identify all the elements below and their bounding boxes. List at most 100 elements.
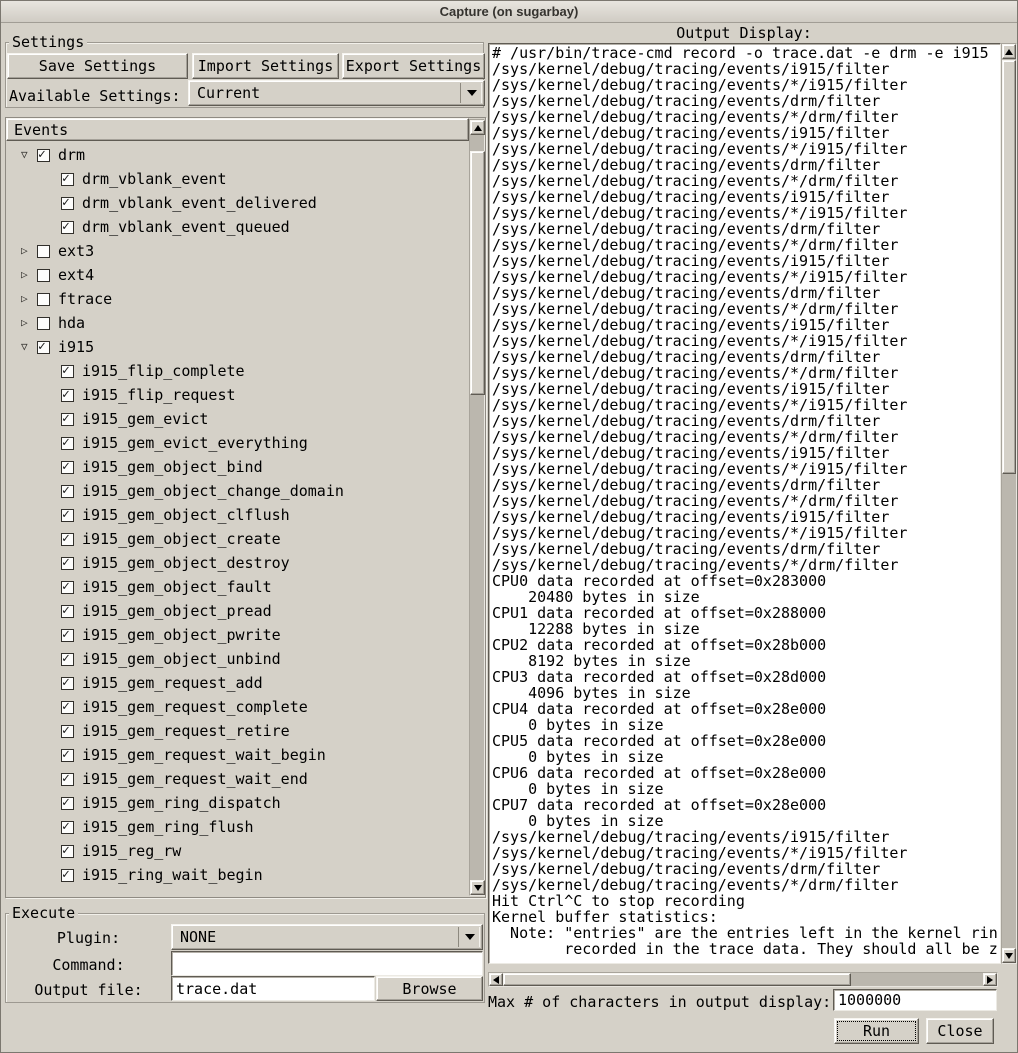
event-checkbox[interactable] <box>37 269 50 282</box>
event-tree-row[interactable]: ✓ i915_gem_request_wait_begin <box>6 743 469 767</box>
event-checkbox[interactable]: ✓ <box>61 437 74 450</box>
expander-icon[interactable]: ▷ <box>21 291 37 307</box>
available-settings-combo[interactable]: Current <box>188 80 485 106</box>
event-checkbox[interactable]: ✓ <box>61 821 74 834</box>
plugin-value: NONE <box>180 928 216 946</box>
event-checkbox[interactable]: ✓ <box>61 533 74 546</box>
event-tree-row[interactable]: ✓ i915_gem_object_pread <box>6 599 469 623</box>
output-file-input[interactable] <box>171 976 375 1001</box>
expander-icon[interactable]: ▽ <box>21 147 37 163</box>
output-text[interactable]: # /usr/bin/trace-cmd record -o trace.dat… <box>488 43 1001 964</box>
max-chars-input[interactable] <box>833 989 997 1011</box>
event-checkbox[interactable]: ✓ <box>61 677 74 690</box>
output-h-scrollbar[interactable] <box>488 972 998 987</box>
event-tree-row[interactable]: ✓ i915_gem_request_add <box>6 671 469 695</box>
event-tree-row[interactable]: ✓ i915_gem_request_wait_end <box>6 767 469 791</box>
event-tree-row[interactable]: ✓ i915_gem_object_clflush <box>6 503 469 527</box>
export-settings-button[interactable]: Export Settings <box>342 53 485 79</box>
event-tree-row[interactable]: ✓ i915_reg_rw <box>6 839 469 863</box>
event-checkbox[interactable]: ✓ <box>61 629 74 642</box>
event-checkbox[interactable] <box>37 245 50 258</box>
event-checkbox[interactable]: ✓ <box>61 869 74 882</box>
titlebar[interactable]: Capture (on sugarbay) <box>1 1 1017 23</box>
event-checkbox[interactable] <box>37 293 50 306</box>
event-checkbox[interactable]: ✓ <box>61 461 74 474</box>
run-button[interactable]: Run <box>834 1018 919 1044</box>
command-input[interactable] <box>171 951 483 976</box>
event-tree-row[interactable]: ✓ i915_ring_wait_begin <box>6 863 469 887</box>
event-checkbox[interactable]: ✓ <box>37 149 50 162</box>
event-label: i915 <box>58 338 94 356</box>
event-tree-row[interactable]: ✓ i915_gem_evict <box>6 407 469 431</box>
events-column-header[interactable]: Events <box>6 118 469 141</box>
output-v-scrollbar-thumb[interactable] <box>1002 60 1016 474</box>
event-tree-row[interactable]: ✓ drm_vblank_event_delivered <box>6 191 469 215</box>
events-scrollbar-thumb[interactable] <box>470 151 485 395</box>
check-icon: ✓ <box>62 603 70 619</box>
save-settings-button[interactable]: Save Settings <box>7 53 188 79</box>
event-tree-row[interactable]: ✓ i915_gem_object_destroy <box>6 551 469 575</box>
event-checkbox[interactable]: ✓ <box>61 485 74 498</box>
expander-icon[interactable]: ▷ <box>21 315 37 331</box>
event-tree-row[interactable]: ✓ i915_gem_object_pwrite <box>6 623 469 647</box>
scroll-up-icon[interactable] <box>470 120 485 135</box>
event-checkbox[interactable]: ✓ <box>61 725 74 738</box>
event-tree-row[interactable]: ▽ ✓ i915 <box>6 335 469 359</box>
event-checkbox[interactable]: ✓ <box>61 845 74 858</box>
scroll-right-icon[interactable] <box>983 973 997 986</box>
command-label: Command: <box>6 956 171 974</box>
check-icon: ✓ <box>62 747 70 763</box>
expander-icon[interactable]: ▷ <box>21 243 37 259</box>
event-checkbox[interactable]: ✓ <box>61 413 74 426</box>
event-tree-row[interactable]: ✓ i915_gem_request_retire <box>6 719 469 743</box>
event-checkbox[interactable] <box>37 317 50 330</box>
event-checkbox[interactable]: ✓ <box>61 365 74 378</box>
event-checkbox[interactable]: ✓ <box>61 557 74 570</box>
event-checkbox[interactable]: ✓ <box>61 581 74 594</box>
event-tree-row[interactable]: ✓ i915_gem_ring_dispatch <box>6 791 469 815</box>
event-tree-row[interactable]: ✓ i915_gem_object_fault <box>6 575 469 599</box>
event-checkbox[interactable]: ✓ <box>61 389 74 402</box>
event-checkbox[interactable]: ✓ <box>61 173 74 186</box>
event-checkbox[interactable]: ✓ <box>61 509 74 522</box>
import-settings-button[interactable]: Import Settings <box>192 53 339 79</box>
event-tree-row[interactable]: ✓ i915_gem_object_bind <box>6 455 469 479</box>
plugin-combo[interactable]: NONE <box>171 924 483 950</box>
event-tree-row[interactable]: ▷ ext4 <box>6 263 469 287</box>
event-tree-row[interactable]: ✓ i915_gem_object_unbind <box>6 647 469 671</box>
event-tree-row[interactable]: ✓ i915_gem_request_complete <box>6 695 469 719</box>
event-checkbox[interactable]: ✓ <box>61 701 74 714</box>
event-checkbox[interactable]: ✓ <box>61 653 74 666</box>
output-h-scrollbar-thumb[interactable] <box>503 973 851 986</box>
event-tree-row[interactable]: ✓ i915_flip_complete <box>6 359 469 383</box>
event-checkbox[interactable]: ✓ <box>37 341 50 354</box>
event-tree-row[interactable]: ✓ i915_gem_object_create <box>6 527 469 551</box>
events-scrollbar[interactable] <box>469 119 485 896</box>
event-checkbox[interactable]: ✓ <box>61 797 74 810</box>
event-tree-row[interactable]: ✓ i915_flip_request <box>6 383 469 407</box>
close-button[interactable]: Close <box>926 1018 994 1044</box>
event-tree-row[interactable]: ▽ ✓ drm <box>6 143 469 167</box>
scroll-down-icon[interactable] <box>1002 948 1016 963</box>
scroll-down-icon[interactable] <box>470 880 485 895</box>
event-checkbox[interactable]: ✓ <box>61 221 74 234</box>
event-tree-row[interactable]: ✓ i915_gem_ring_flush <box>6 815 469 839</box>
scroll-up-icon[interactable] <box>1002 44 1016 59</box>
output-v-scrollbar[interactable] <box>1001 43 1017 964</box>
scroll-left-icon[interactable] <box>489 973 503 986</box>
event-checkbox[interactable]: ✓ <box>61 749 74 762</box>
event-tree-row[interactable]: ▷ ftrace <box>6 287 469 311</box>
event-tree-row[interactable]: ✓ drm_vblank_event_queued <box>6 215 469 239</box>
expander-icon[interactable]: ▷ <box>21 267 37 283</box>
event-checkbox[interactable]: ✓ <box>61 197 74 210</box>
event-checkbox[interactable]: ✓ <box>61 605 74 618</box>
event-tree-row[interactable]: ▷ ext3 <box>6 239 469 263</box>
event-tree-row[interactable]: ✓ i915_gem_object_change_domain <box>6 479 469 503</box>
event-tree-row[interactable]: ✓ drm_vblank_event <box>6 167 469 191</box>
event-tree-row[interactable]: ▷ hda <box>6 311 469 335</box>
expander-icon[interactable]: ▽ <box>21 339 37 355</box>
event-checkbox[interactable]: ✓ <box>61 773 74 786</box>
event-tree-row[interactable]: ✓ i915_gem_evict_everything <box>6 431 469 455</box>
browse-button[interactable]: Browse <box>376 976 483 1001</box>
capture-window: Capture (on sugarbay) Settings Save Sett… <box>0 0 1018 1053</box>
